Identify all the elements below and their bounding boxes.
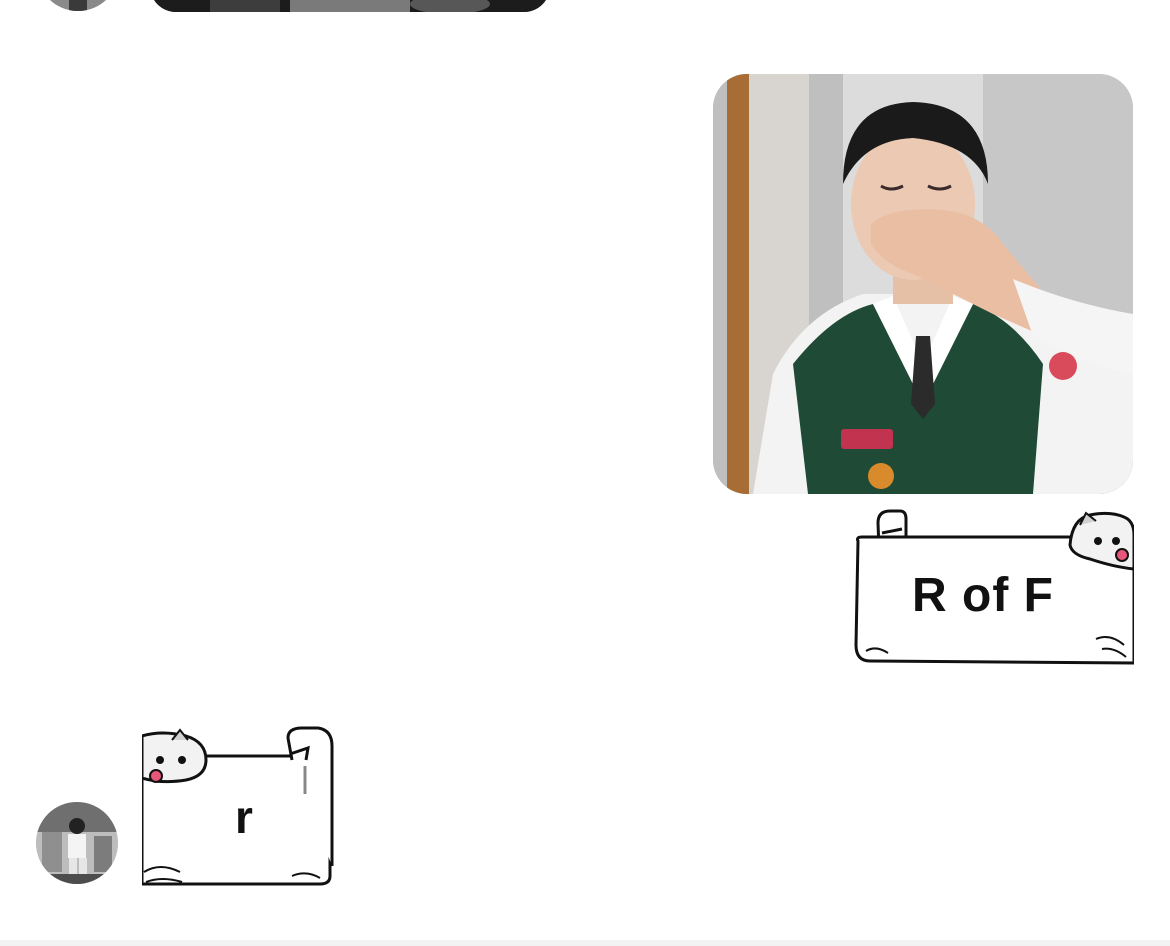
avatar[interactable] [36, 802, 118, 884]
chat-thread: R of F r [0, 0, 1170, 946]
avatar[interactable] [37, 0, 119, 11]
composer-edge [0, 940, 1170, 946]
sticker-caption: r [235, 791, 253, 843]
message-media[interactable] [150, 0, 550, 12]
sticker-caption: R of F [912, 569, 1054, 622]
message-sticker[interactable]: r [142, 726, 334, 888]
message-sticker[interactable]: R of F [852, 505, 1134, 667]
message-photo[interactable] [713, 74, 1133, 494]
